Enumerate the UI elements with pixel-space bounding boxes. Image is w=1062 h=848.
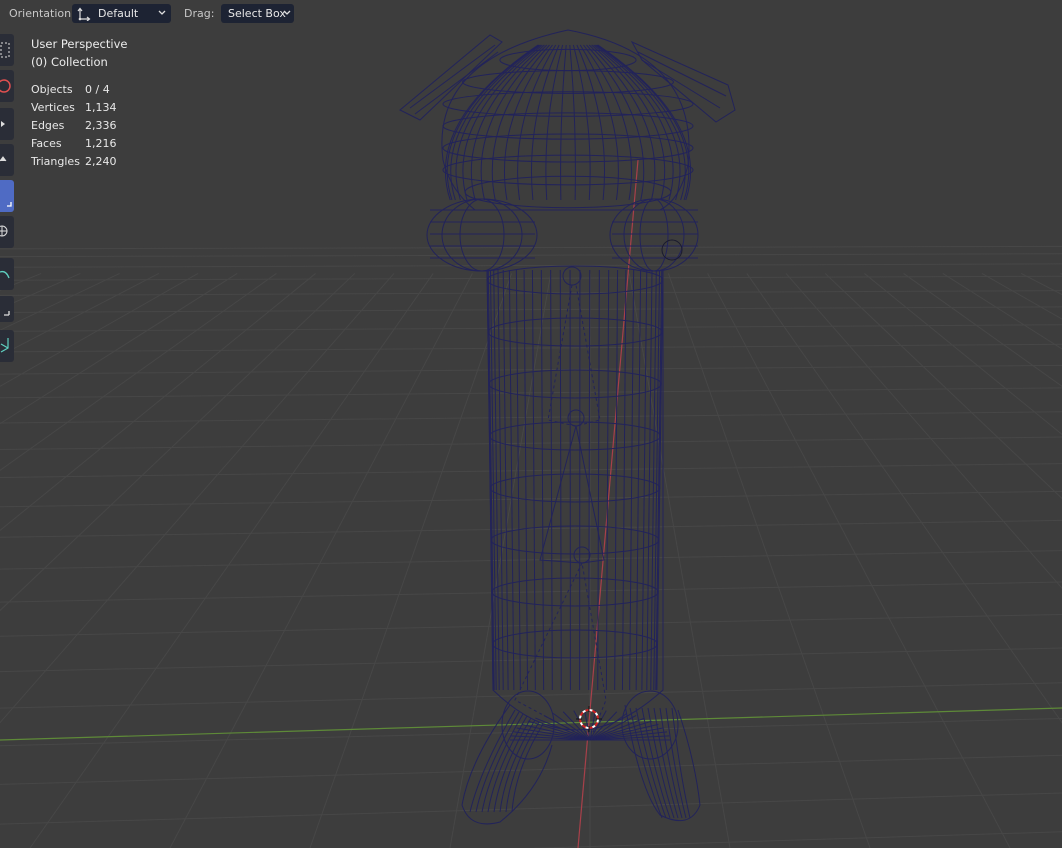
stat-value: 1,216	[85, 137, 117, 150]
stat-name: Objects	[31, 83, 73, 96]
measure-icon	[4, 311, 10, 316]
drag-label: Drag:	[184, 7, 215, 20]
transform-tool[interactable]	[0, 216, 14, 248]
annotate-tool[interactable]	[0, 258, 14, 290]
stat-row-objects: Objects 0 / 4	[31, 81, 117, 99]
stat-value: 0 / 4	[85, 83, 110, 96]
scale-icon	[7, 202, 12, 207]
stat-name: Triangles	[31, 155, 80, 168]
orientation-label: Orientation:	[9, 7, 75, 20]
select-box-tool[interactable]	[0, 34, 14, 66]
chevron-down-icon	[283, 10, 291, 15]
rotate-icon	[0, 156, 7, 162]
cursor-tool[interactable]	[0, 70, 14, 102]
floor-grid	[0, 245, 1062, 848]
3d-viewport[interactable]	[0, 0, 1062, 848]
stat-row-vertices: Vertices 1,134	[31, 99, 117, 117]
transform-icon	[0, 225, 8, 237]
add-cube-icon	[0, 338, 9, 353]
wireframe-model	[399, 29, 736, 825]
stat-name: Faces	[31, 137, 62, 150]
stat-value: 1,134	[85, 101, 117, 114]
stat-value: 2,336	[85, 119, 117, 132]
chevron-down-icon	[158, 10, 166, 15]
move-tool[interactable]	[0, 108, 14, 140]
scene-statistics: Objects 0 / 4 Vertices 1,134 Edges 2,336 Fa…	[31, 81, 117, 171]
stat-row-edges: Edges 2,336	[31, 117, 117, 135]
stat-row-triangles: Triangles 2,240	[31, 153, 117, 171]
add-cube-tool[interactable]	[0, 330, 14, 362]
annotate-icon	[0, 270, 10, 279]
measure-tool[interactable]	[0, 296, 14, 322]
move-icon	[1, 121, 5, 127]
select-box-icon	[0, 42, 10, 58]
orientation-axes-icon	[77, 7, 91, 21]
orientation-value: Default	[98, 7, 139, 20]
viewport-header: Orientation: Default Drag: Select Box	[0, 0, 1062, 28]
stat-name: Edges	[31, 119, 65, 132]
x-axis-line	[577, 159, 639, 848]
scale-tool[interactable]	[0, 180, 14, 212]
collection-name: (0) Collection	[31, 55, 108, 69]
rotate-tool[interactable]	[0, 144, 14, 176]
cursor-icon	[0, 79, 11, 93]
stat-name: Vertices	[31, 101, 75, 114]
view-name: User Perspective	[31, 37, 128, 51]
drag-dropdown[interactable]: Select Box	[221, 4, 294, 23]
drag-value: Select Box	[228, 7, 286, 20]
viewport-info: User Perspective (0) Collection	[31, 35, 127, 71]
stat-row-faces: Faces 1,216	[31, 135, 117, 153]
stat-value: 2,240	[85, 155, 117, 168]
orientation-dropdown[interactable]: Default	[72, 4, 171, 23]
